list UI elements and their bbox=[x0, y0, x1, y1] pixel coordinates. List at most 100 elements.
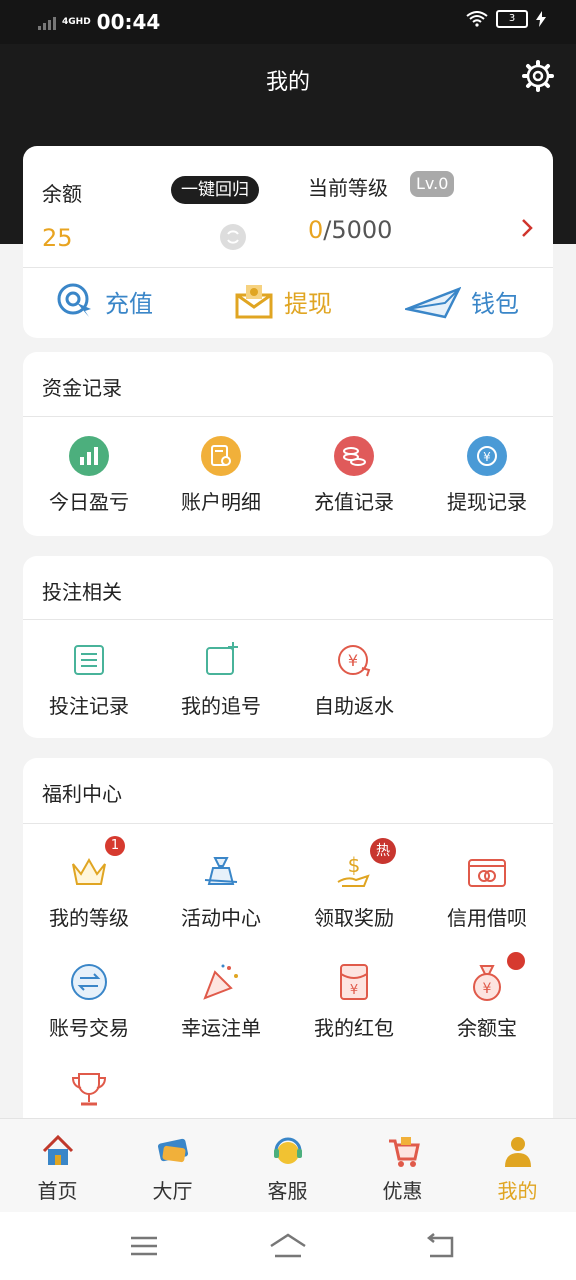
divider bbox=[23, 823, 553, 824]
self-rebate-button[interactable]: ¥ 自助返水 bbox=[288, 640, 420, 719]
activity-center-button[interactable]: 活动中心 bbox=[155, 852, 287, 931]
tab-profile[interactable]: 我的 bbox=[460, 1133, 575, 1204]
notification-dot bbox=[507, 952, 525, 970]
tab-profile-label: 我的 bbox=[497, 1179, 538, 1203]
bet-records-button[interactable]: 投注记录 bbox=[23, 640, 155, 719]
my-tracking-button[interactable]: 我的追号 bbox=[155, 640, 287, 719]
lucky-bet-label: 幸运注单 bbox=[181, 1016, 261, 1040]
red-envelope-icon: ¥ bbox=[334, 962, 374, 1002]
withdraw-record-icon: ¥ bbox=[467, 436, 507, 476]
svg-text:¥: ¥ bbox=[483, 450, 491, 464]
home-nav-icon[interactable] bbox=[268, 1232, 308, 1260]
account-trade-button[interactable]: 账号交易 bbox=[23, 962, 155, 1041]
today-profit-label: 今日盈亏 bbox=[49, 490, 129, 514]
activity-center-label: 活动中心 bbox=[181, 906, 261, 930]
bottom-tab-bar: 首页 大厅 客服 优惠 我的 bbox=[0, 1118, 576, 1213]
svg-text:¥: ¥ bbox=[350, 983, 358, 998]
party-popper-icon bbox=[201, 962, 241, 1002]
list-icon bbox=[69, 640, 109, 680]
recharge-button[interactable]: 充值 bbox=[55, 281, 153, 321]
support-icon bbox=[270, 1133, 306, 1169]
betting-card: 投注相关 投注记录 我的追号 ¥ 自助返水 bbox=[23, 556, 553, 738]
home-icon bbox=[40, 1133, 76, 1169]
credit-loan-label: 信用借呗 bbox=[447, 906, 527, 930]
account-card: 余额 一键回归 当前等级 Lv.0 25 0/5000 充值 提现 钱包 bbox=[23, 146, 553, 338]
one-key-return-button[interactable]: 一键回归 bbox=[171, 176, 259, 204]
my-tracking-label: 我的追号 bbox=[181, 694, 261, 718]
self-rebate-label: 自助返水 bbox=[314, 694, 394, 718]
tab-home-label: 首页 bbox=[37, 1179, 78, 1203]
balance-label: 余额 bbox=[42, 182, 82, 206]
back-icon[interactable] bbox=[424, 1232, 456, 1260]
refresh-icon[interactable] bbox=[220, 224, 246, 250]
withdraw-label: 提现 bbox=[284, 289, 332, 318]
recharge-records-button[interactable]: 充值记录 bbox=[288, 436, 420, 515]
status-bar: 4GHD 00:44 3 bbox=[0, 0, 576, 44]
system-navigation-bar bbox=[0, 1212, 576, 1280]
credit-loan-button[interactable]: 信用借呗 bbox=[421, 852, 553, 931]
funds-records-title: 资金记录 bbox=[42, 376, 122, 400]
network-indicator: 4GHD bbox=[62, 16, 91, 27]
recharge-icon bbox=[57, 283, 91, 317]
account-trade-label: 账号交易 bbox=[49, 1016, 129, 1040]
gift-bag-icon bbox=[201, 852, 241, 892]
withdraw-records-button[interactable]: ¥ 提现记录 bbox=[421, 436, 553, 515]
lobby-icon bbox=[155, 1133, 191, 1169]
lucky-bet-button[interactable]: 幸运注单 bbox=[155, 962, 287, 1041]
exchange-icon bbox=[69, 962, 109, 1002]
tab-customer-service[interactable]: 客服 bbox=[230, 1133, 345, 1204]
funds-records-card: 资金记录 今日盈亏 账户明细 充值记录 ¥ 提现记录 bbox=[23, 352, 553, 536]
wallet-icon bbox=[405, 286, 461, 319]
betting-title: 投注相关 bbox=[42, 580, 122, 604]
menu-icon[interactable] bbox=[128, 1232, 160, 1260]
balance-treasure-label: 余额宝 bbox=[457, 1016, 517, 1040]
signal-icon bbox=[38, 14, 56, 30]
today-profit-button[interactable]: 今日盈亏 bbox=[23, 436, 155, 515]
svg-text:¥: ¥ bbox=[348, 651, 358, 670]
detail-icon bbox=[201, 436, 241, 476]
withdraw-records-label: 提现记录 bbox=[447, 490, 527, 514]
account-detail-button[interactable]: 账户明细 bbox=[155, 436, 287, 515]
claim-reward-button[interactable]: $ 热 领取奖励 bbox=[288, 838, 420, 931]
svg-text:¥: ¥ bbox=[483, 981, 492, 997]
cart-icon bbox=[385, 1133, 421, 1169]
claim-reward-label: 领取奖励 bbox=[314, 906, 394, 930]
wallet-button[interactable]: 钱包 bbox=[405, 281, 519, 321]
tab-lobby[interactable]: 大厅 bbox=[115, 1133, 230, 1204]
hot-badge: 热 bbox=[370, 838, 396, 864]
trophy-button[interactable] bbox=[23, 1070, 155, 1110]
notification-badge: 1 bbox=[105, 836, 125, 856]
balance-treasure-button[interactable]: ¥ 余额宝 bbox=[421, 952, 553, 1041]
chart-icon bbox=[69, 436, 109, 476]
page-title: 我的 bbox=[265, 70, 310, 95]
withdraw-icon bbox=[235, 285, 273, 319]
coins-icon bbox=[334, 436, 374, 476]
balance-value: 25 bbox=[42, 224, 73, 252]
reward-icon: $ 热 bbox=[334, 838, 396, 892]
my-level-label: 我的等级 bbox=[49, 906, 129, 930]
my-red-envelope-label: 我的红包 bbox=[314, 1016, 394, 1040]
money-bag-icon: ¥ bbox=[467, 952, 525, 1002]
status-time: 00:44 bbox=[96, 10, 161, 34]
my-red-envelope-button[interactable]: ¥ 我的红包 bbox=[288, 962, 420, 1041]
tab-promotions[interactable]: 优惠 bbox=[345, 1133, 460, 1204]
chevron-right-icon[interactable] bbox=[520, 218, 534, 244]
tab-lobby-label: 大厅 bbox=[152, 1179, 193, 1203]
crown-icon: 1 bbox=[69, 836, 125, 892]
trophy-icon bbox=[69, 1070, 109, 1110]
battery-icon: 3 bbox=[496, 10, 528, 28]
tab-home[interactable]: 首页 bbox=[0, 1133, 115, 1204]
withdraw-button[interactable]: 提现 bbox=[234, 281, 332, 321]
my-level-button[interactable]: 1 我的等级 bbox=[23, 836, 155, 931]
svg-text:$: $ bbox=[348, 853, 361, 877]
wallet-label: 钱包 bbox=[471, 289, 519, 318]
recharge-label: 充值 bbox=[105, 289, 153, 318]
divider bbox=[23, 416, 553, 417]
tab-customer-service-label: 客服 bbox=[267, 1179, 308, 1203]
settings-gear-icon[interactable] bbox=[522, 60, 554, 92]
account-detail-label: 账户明细 bbox=[181, 490, 261, 514]
wifi-icon bbox=[466, 11, 488, 27]
divider bbox=[23, 267, 553, 268]
rebate-icon: ¥ bbox=[334, 640, 374, 680]
profile-icon bbox=[500, 1133, 536, 1169]
